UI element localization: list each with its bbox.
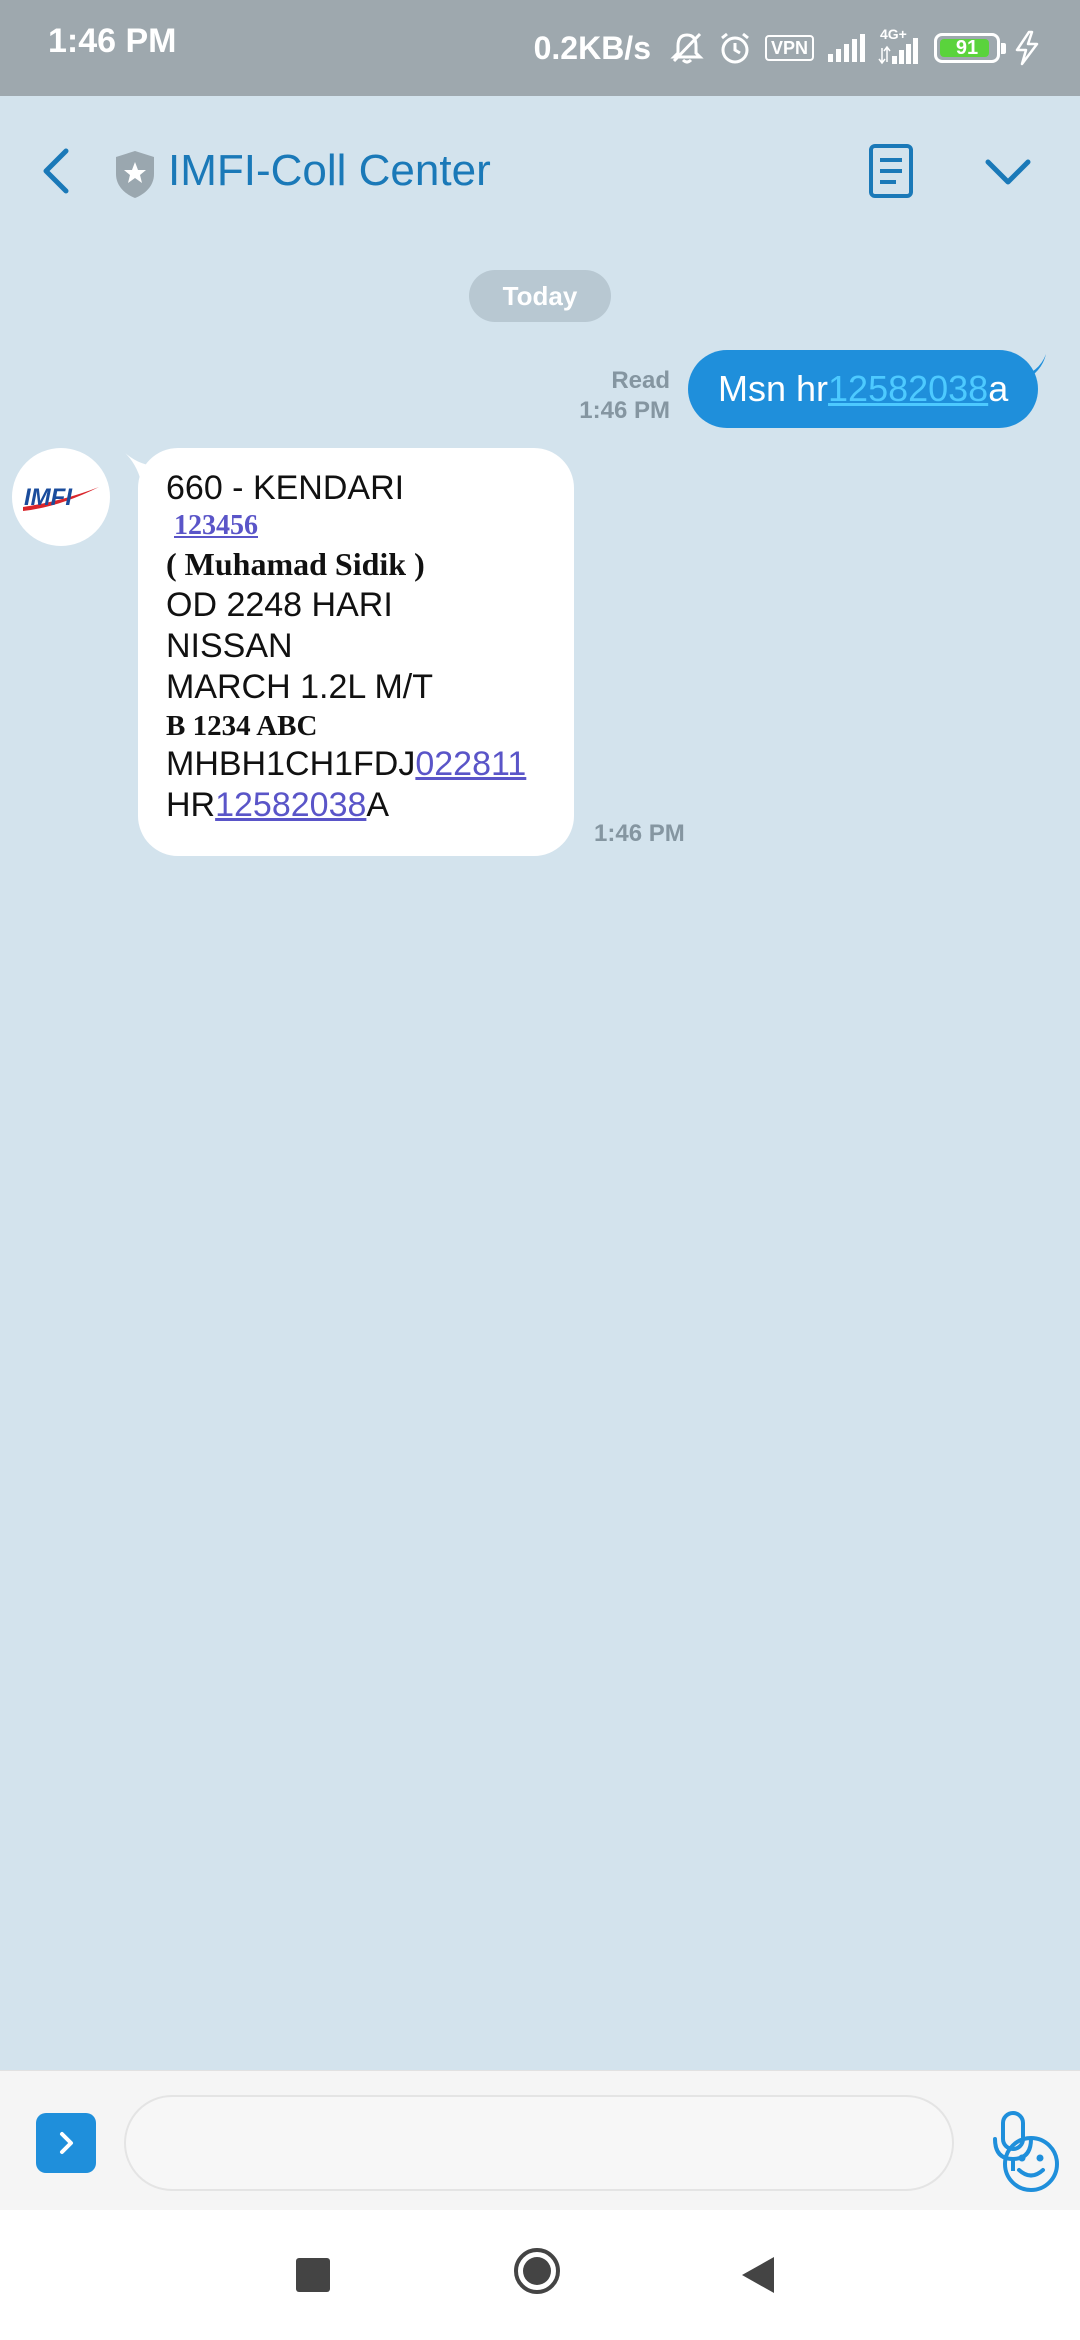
chassis-prefix: MHBH1CH1FDJ [166,745,416,783]
read-status: Read [611,367,670,394]
chevron-down-icon[interactable] [982,148,1034,196]
message-field[interactable] [124,2095,1059,2192]
sent-number-link[interactable]: 12582038 [828,368,988,409]
sent-time: 1:46 PM [579,397,670,424]
engine-suffix: A [366,786,390,824]
sent-message-bubble[interactable]: Msn hr12582038a [688,350,1039,428]
engine-number-link[interactable]: 12582038 [215,786,366,824]
signal-icon [828,34,865,62]
microphone-icon[interactable] [990,2109,1036,2175]
overdue-line: OD 2248 HARI [166,586,393,624]
sent-text-suffix: a [988,368,1009,409]
expand-icon [60,2132,73,2154]
charging-icon [1015,30,1039,66]
vpn-icon: VPN [764,35,814,61]
battery-icon: 91 [934,33,1006,63]
message-input[interactable] [156,2097,856,2189]
received-time: 1:46 PM [594,820,685,847]
home-icon[interactable] [512,2246,562,2296]
status-bar: 1:46 PM 0.2KB/s VPN 4G+ 91 [0,0,1080,96]
back-arrow-icon[interactable] [30,141,82,201]
avatar-initials: IMFI [24,484,73,511]
engine-line: HR12582038A [166,785,574,826]
chassis-number-link[interactable]: 022811 [415,745,526,783]
composer-bar [0,2070,1080,2210]
account-number-link[interactable]: 123456 [174,510,258,541]
details-icon[interactable] [866,142,916,200]
mute-icon [670,32,704,64]
model-line: MARCH 1.2L M/T [166,668,434,706]
account-number-line: 123456 [166,509,574,543]
battery-level: 91 [955,36,979,59]
conversation-header: IMFI-Coll Center [0,96,1080,246]
branch-line: 660 - KENDARI [166,469,405,507]
conversation-title[interactable]: IMFI-Coll Center [168,146,491,196]
alarm-icon [721,32,749,64]
sent-text: Msn hr [718,368,829,409]
verified-shield-icon [116,151,154,198]
net-speed: 0.2KB/s [533,29,651,66]
received-message-bubble[interactable]: 660 - KENDARI 123456 ( Muhamad Sidik ) O… [138,448,574,856]
status-icons: 0.2KB/s VPN 4G+ 91 [534,20,1042,76]
brand-line: NISSAN [166,627,293,665]
engine-prefix: HR [166,786,216,824]
system-nav-bar [0,2210,1080,2340]
recents-icon[interactable] [296,2258,330,2292]
expand-composer-button[interactable] [36,2113,96,2173]
status-time: 1:46 PM [48,22,177,60]
sent-message-meta: Read 1:46 PM [579,366,670,426]
back-icon[interactable] [738,2254,778,2296]
signal-4g-icon: 4G+ [878,26,922,68]
imfi-logo: IMFI [23,484,99,511]
signal-bars-icon [878,38,918,65]
customer-name-line: ( Muhamad Sidik ) [166,546,425,582]
chassis-line: MHBH1CH1FDJ022811 [166,744,574,785]
avatar[interactable]: IMFI [12,448,110,546]
plate-line: B 1234 ABC [166,710,318,742]
date-chip: Today [469,270,611,322]
